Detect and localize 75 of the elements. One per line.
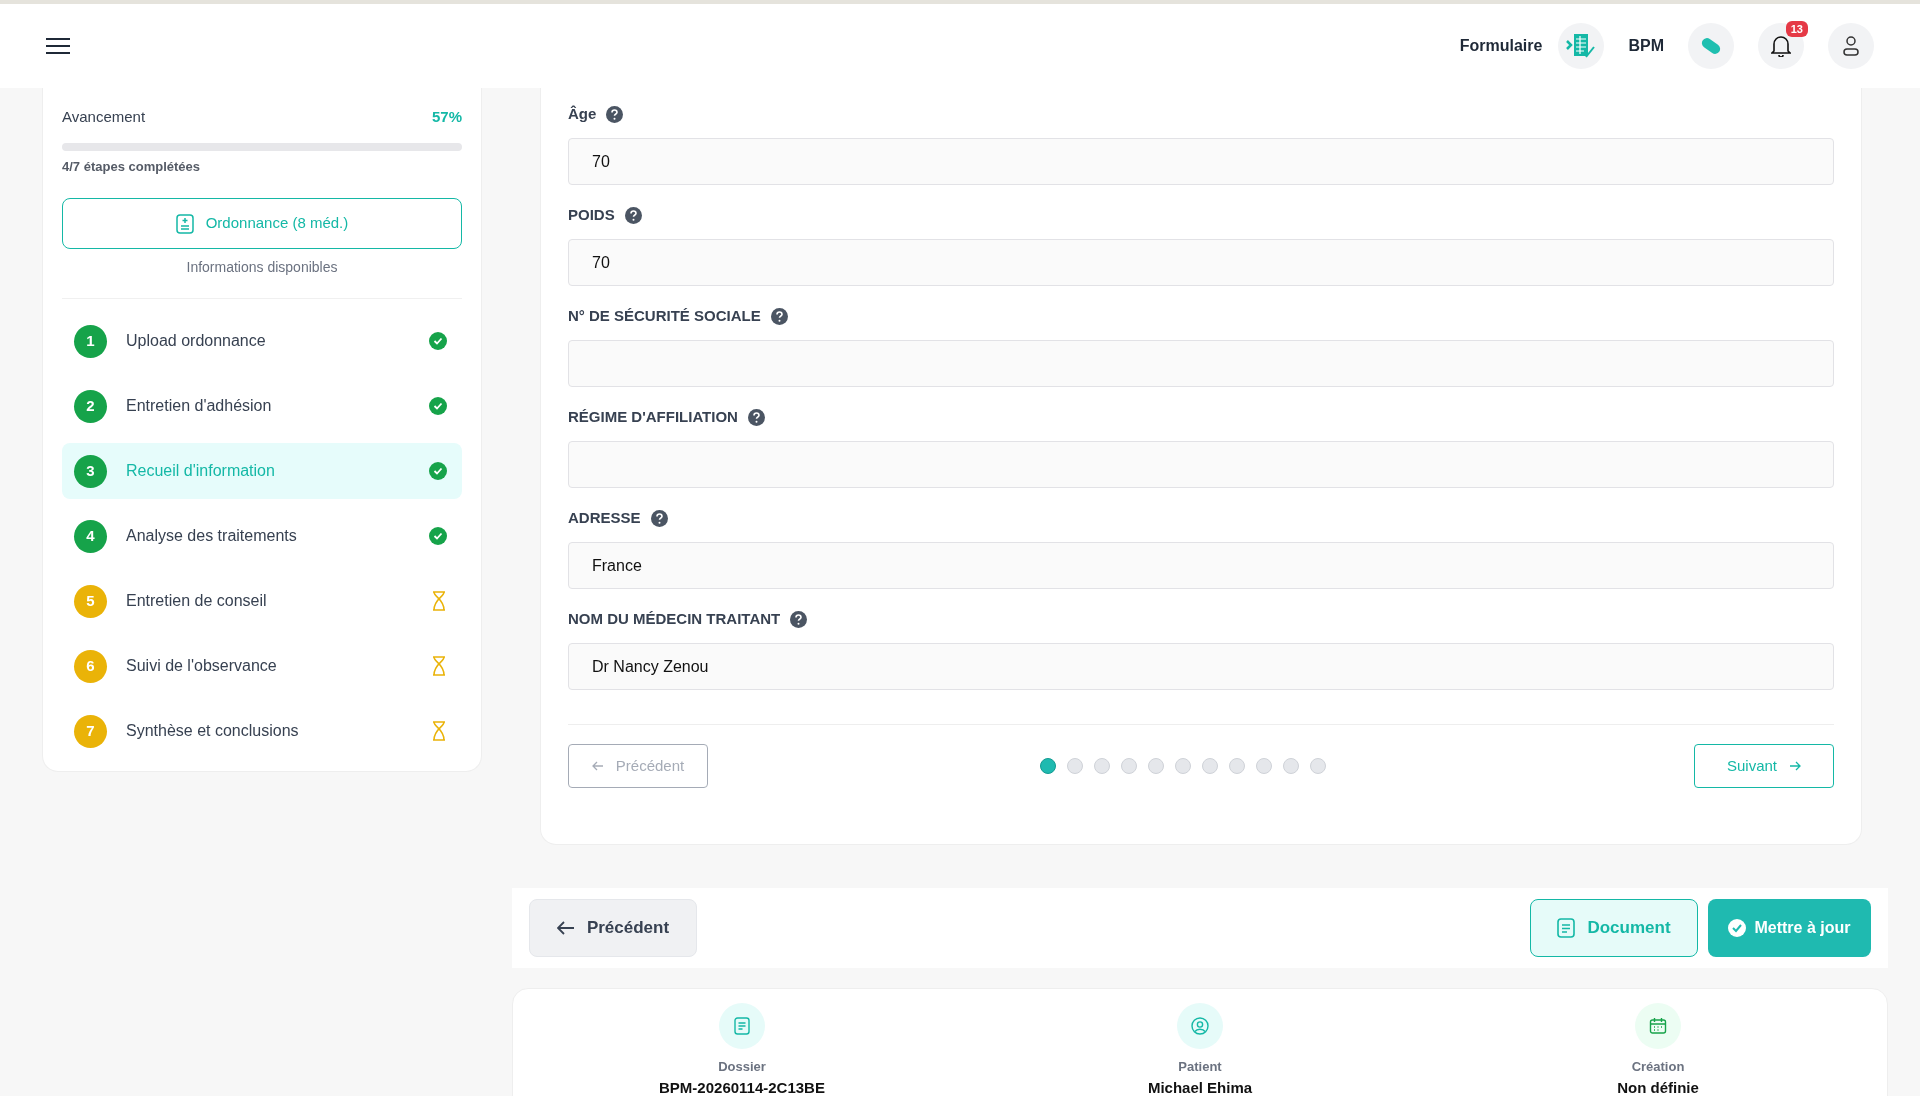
check-circle-icon [429, 332, 447, 350]
arrow-left-icon [591, 761, 604, 771]
input-field[interactable]: France [568, 542, 1834, 589]
calendar-icon [1635, 1003, 1681, 1049]
document-icon [1557, 918, 1576, 938]
profile-button[interactable] [1828, 23, 1874, 69]
menu-button[interactable] [46, 37, 70, 55]
document-pen-icon [1566, 32, 1597, 60]
menu-icon [46, 37, 70, 55]
summary-label: Création [1631, 1058, 1685, 1076]
help-icon[interactable] [650, 509, 668, 527]
step-number: 2 [74, 389, 107, 423]
step-number: 3 [74, 454, 107, 488]
summary-value: Michael Ehima [1147, 1078, 1253, 1096]
field-label: NOM DU MÉDECIN TRAITANT [568, 608, 781, 629]
prescription-icon [175, 213, 194, 234]
progress-caption: 4/7 étapes complétées [62, 157, 202, 176]
user-icon [1842, 35, 1860, 57]
step-item[interactable]: 2 Entretien d'adhésion [62, 378, 462, 434]
step-number: 1 [74, 324, 107, 358]
help-icon[interactable] [624, 206, 642, 224]
step-item[interactable]: 7 Synthèse et conclusions [62, 703, 462, 759]
step-item[interactable]: 4 Analyse des traitements [62, 508, 462, 564]
info-caption: Informations disponibles [185, 258, 339, 277]
brand-label: BPM [1628, 36, 1664, 56]
step-label: Synthèse et conclusions [126, 721, 300, 741]
help-icon[interactable] [770, 307, 788, 325]
input-field[interactable]: Dr Nancy Zenou [568, 643, 1834, 690]
field-label: POIDS [568, 204, 615, 225]
progress-label: Avancement [62, 107, 146, 127]
check-circle-icon [1728, 919, 1747, 937]
check-circle-icon [429, 397, 447, 415]
hourglass-icon [431, 591, 447, 611]
check-circle-icon [429, 462, 447, 480]
summary-label: Dossier [718, 1058, 766, 1076]
input-field[interactable]: 70 [568, 239, 1834, 286]
hourglass-icon [431, 721, 447, 741]
field-label: N° DE SÉCURITÉ SOCIALE [568, 305, 761, 326]
capsule-button[interactable] [1688, 23, 1734, 69]
step-label: Suivi de l'observance [126, 656, 278, 676]
step-label: Analyse des traitements [126, 526, 298, 546]
summary-value: Non définie [1617, 1078, 1699, 1096]
notification-count: 13 [1785, 21, 1808, 37]
summary-label: Patient [1178, 1058, 1222, 1076]
input-field[interactable]: 70 [568, 138, 1834, 185]
document-icon [719, 1003, 765, 1049]
field-label: RÉGIME D'AFFILIATION [568, 406, 738, 427]
arrow-right-icon [1789, 761, 1801, 771]
arrow-left-icon [556, 921, 575, 935]
field-label: Âge [568, 103, 597, 124]
field-label: ADRESSE [568, 507, 641, 528]
check-circle-icon [429, 527, 447, 545]
help-icon[interactable] [790, 610, 808, 628]
form-label: Formulaire [1459, 36, 1543, 56]
step-item[interactable]: 1 Upload ordonnance [62, 313, 462, 369]
form-button[interactable] [1558, 23, 1605, 69]
step-number: 5 [74, 584, 107, 618]
input-field[interactable] [568, 340, 1834, 387]
step-label: Entretien de conseil [126, 591, 268, 611]
progress-percent: 57% [431, 107, 462, 127]
step-label: Entretien d'adhésion [126, 396, 273, 416]
step-number: 4 [74, 519, 107, 553]
bell-icon [1771, 35, 1791, 57]
step-label: Upload ordonnance [126, 331, 267, 351]
input-field[interactable] [568, 441, 1834, 488]
back-button[interactable]: Précédent [529, 899, 697, 957]
step-item[interactable]: 5 Entretien de conseil [62, 573, 462, 629]
help-icon[interactable] [747, 408, 765, 426]
step-number: 6 [74, 649, 107, 683]
help-icon[interactable] [606, 105, 624, 123]
step-number: 7 [74, 714, 107, 748]
step-label: Recueil d'information [126, 461, 276, 481]
hourglass-icon [431, 656, 447, 676]
step-item[interactable]: 6 Suivi de l'observance [62, 638, 462, 694]
summary-value: BPM-20260114-2C13BE [659, 1078, 825, 1096]
